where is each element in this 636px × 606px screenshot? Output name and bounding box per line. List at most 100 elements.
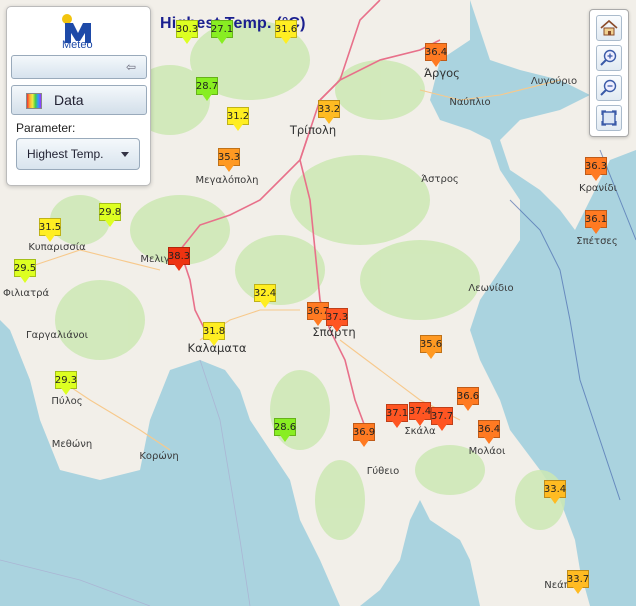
temp-value: 31.8 bbox=[203, 322, 225, 340]
parameter-select[interactable]: Highest Temp. bbox=[16, 138, 140, 170]
temp-marker[interactable]: 36.3 bbox=[585, 157, 607, 182]
temp-value: 33.7 bbox=[567, 570, 589, 588]
temp-marker[interactable]: 35.6 bbox=[420, 335, 442, 360]
temp-value: 29.5 bbox=[14, 259, 36, 277]
map-toolbar bbox=[589, 9, 629, 137]
zoom-in-icon bbox=[600, 49, 617, 66]
parameter-select-value: Highest Temp. bbox=[27, 147, 104, 161]
place-label: Πύλος bbox=[51, 396, 83, 407]
temp-value: 37.3 bbox=[326, 308, 348, 326]
temp-value: 29.8 bbox=[99, 203, 121, 221]
temp-marker[interactable]: 33.4 bbox=[544, 480, 566, 505]
control-panel: Meteo ⇦ Data Parameter: Highest Temp. bbox=[6, 6, 151, 186]
home-button[interactable] bbox=[596, 15, 622, 41]
arrow-left-icon: ⇦ bbox=[125, 60, 136, 74]
temp-value: 36.4 bbox=[425, 43, 447, 61]
temp-marker[interactable]: 32.4 bbox=[254, 284, 276, 309]
place-label: Κορώνη bbox=[139, 451, 179, 462]
temp-marker[interactable]: 29.3 bbox=[55, 371, 77, 396]
temp-value: 36.6 bbox=[457, 387, 479, 405]
temp-value: 28.6 bbox=[274, 418, 296, 436]
data-button[interactable]: Data bbox=[11, 85, 147, 115]
temp-value: 27.1 bbox=[211, 20, 233, 38]
marker-pin bbox=[392, 421, 402, 428]
place-label: Γαργαλιάνοι bbox=[25, 330, 89, 341]
temp-marker[interactable]: 37.4 bbox=[409, 402, 431, 427]
temp-value: 37.4 bbox=[409, 402, 431, 420]
temp-marker[interactable]: 29.5 bbox=[14, 259, 36, 284]
zoom-in-button[interactable] bbox=[596, 45, 622, 71]
marker-pin bbox=[281, 37, 291, 44]
temp-marker[interactable]: 36.4 bbox=[425, 43, 447, 68]
chevron-down-icon bbox=[121, 152, 129, 157]
temp-marker[interactable]: 31.5 bbox=[39, 218, 61, 243]
temp-marker[interactable]: 36.1 bbox=[585, 210, 607, 235]
fullscreen-button[interactable] bbox=[596, 105, 622, 131]
marker-pin bbox=[359, 440, 369, 447]
marker-pin bbox=[45, 235, 55, 242]
color-scale-icon bbox=[26, 93, 42, 109]
temp-marker[interactable]: 37.1 bbox=[386, 404, 408, 429]
marker-pin bbox=[426, 352, 436, 359]
place-label: Γύθειο bbox=[366, 466, 400, 477]
marker-pin bbox=[233, 124, 243, 131]
place-label: Φιλιατρά bbox=[2, 288, 50, 299]
place-label: Σπέτσες bbox=[576, 236, 618, 247]
place-label: Μεθώνη bbox=[51, 439, 93, 450]
temp-value: 36.1 bbox=[585, 210, 607, 228]
marker-pin bbox=[313, 319, 323, 326]
marker-pin bbox=[591, 174, 601, 181]
temp-value: 31.2 bbox=[227, 107, 249, 125]
temp-marker[interactable]: 31.2 bbox=[227, 107, 249, 132]
marker-pin bbox=[591, 227, 601, 234]
temp-value: 30.3 bbox=[176, 20, 198, 38]
temp-marker[interactable]: 27.1 bbox=[211, 20, 233, 45]
temp-marker[interactable]: 36.4 bbox=[478, 420, 500, 445]
place-label: Λεωνίδιο bbox=[468, 283, 514, 294]
temp-value: 33.2 bbox=[318, 100, 340, 118]
marker-pin bbox=[61, 388, 71, 395]
temp-value: 36.9 bbox=[353, 423, 375, 441]
marker-pin bbox=[182, 37, 192, 44]
collapse-panel-button[interactable]: ⇦ bbox=[11, 55, 147, 79]
marker-pin bbox=[415, 419, 425, 426]
temp-marker[interactable]: 29.8 bbox=[99, 203, 121, 228]
home-icon bbox=[600, 19, 618, 36]
temp-value: 28.7 bbox=[196, 77, 218, 95]
temp-marker[interactable]: 30.3 bbox=[176, 20, 198, 45]
marker-pin bbox=[324, 117, 334, 124]
temp-marker[interactable]: 31.8 bbox=[203, 322, 225, 347]
place-label: Μελιγ bbox=[140, 254, 170, 265]
temp-marker[interactable]: 37.7 bbox=[431, 407, 453, 432]
zoom-out-button[interactable] bbox=[596, 75, 622, 101]
parameter-label: Parameter: bbox=[16, 121, 76, 135]
place-label: Κυπαρισσία bbox=[28, 242, 86, 253]
logo-text: Meteo bbox=[62, 39, 93, 51]
place-label: Άργος bbox=[424, 66, 460, 80]
temp-marker[interactable]: 38.3 bbox=[168, 247, 190, 272]
temp-marker[interactable]: 33.2 bbox=[318, 100, 340, 125]
place-label: Μολάοι bbox=[468, 446, 506, 457]
temp-marker[interactable]: 37.3 bbox=[326, 308, 348, 333]
temp-marker[interactable]: 35.3 bbox=[218, 148, 240, 173]
temp-marker[interactable]: 28.7 bbox=[196, 77, 218, 102]
marker-pin bbox=[217, 37, 227, 44]
data-button-label: Data bbox=[54, 92, 84, 108]
place-label: Λυγούριο bbox=[530, 76, 578, 87]
marker-pin bbox=[209, 339, 219, 346]
fullscreen-icon bbox=[601, 110, 617, 126]
place-label: Άστρος bbox=[421, 174, 459, 185]
temp-value: 36.4 bbox=[478, 420, 500, 438]
marker-pin bbox=[280, 435, 290, 442]
temp-marker[interactable]: 28.6 bbox=[274, 418, 296, 443]
marker-pin bbox=[224, 165, 234, 172]
temp-value: 32.4 bbox=[254, 284, 276, 302]
temp-marker[interactable]: 33.7 bbox=[567, 570, 589, 595]
marker-pin bbox=[202, 94, 212, 101]
temp-value: 35.6 bbox=[420, 335, 442, 353]
temp-marker[interactable]: 31.6 bbox=[275, 20, 297, 45]
place-label: Ναύπλιο bbox=[449, 97, 491, 108]
temp-marker[interactable]: 36.6 bbox=[457, 387, 479, 412]
temp-marker[interactable]: 36.9 bbox=[353, 423, 375, 448]
marker-pin bbox=[260, 301, 270, 308]
